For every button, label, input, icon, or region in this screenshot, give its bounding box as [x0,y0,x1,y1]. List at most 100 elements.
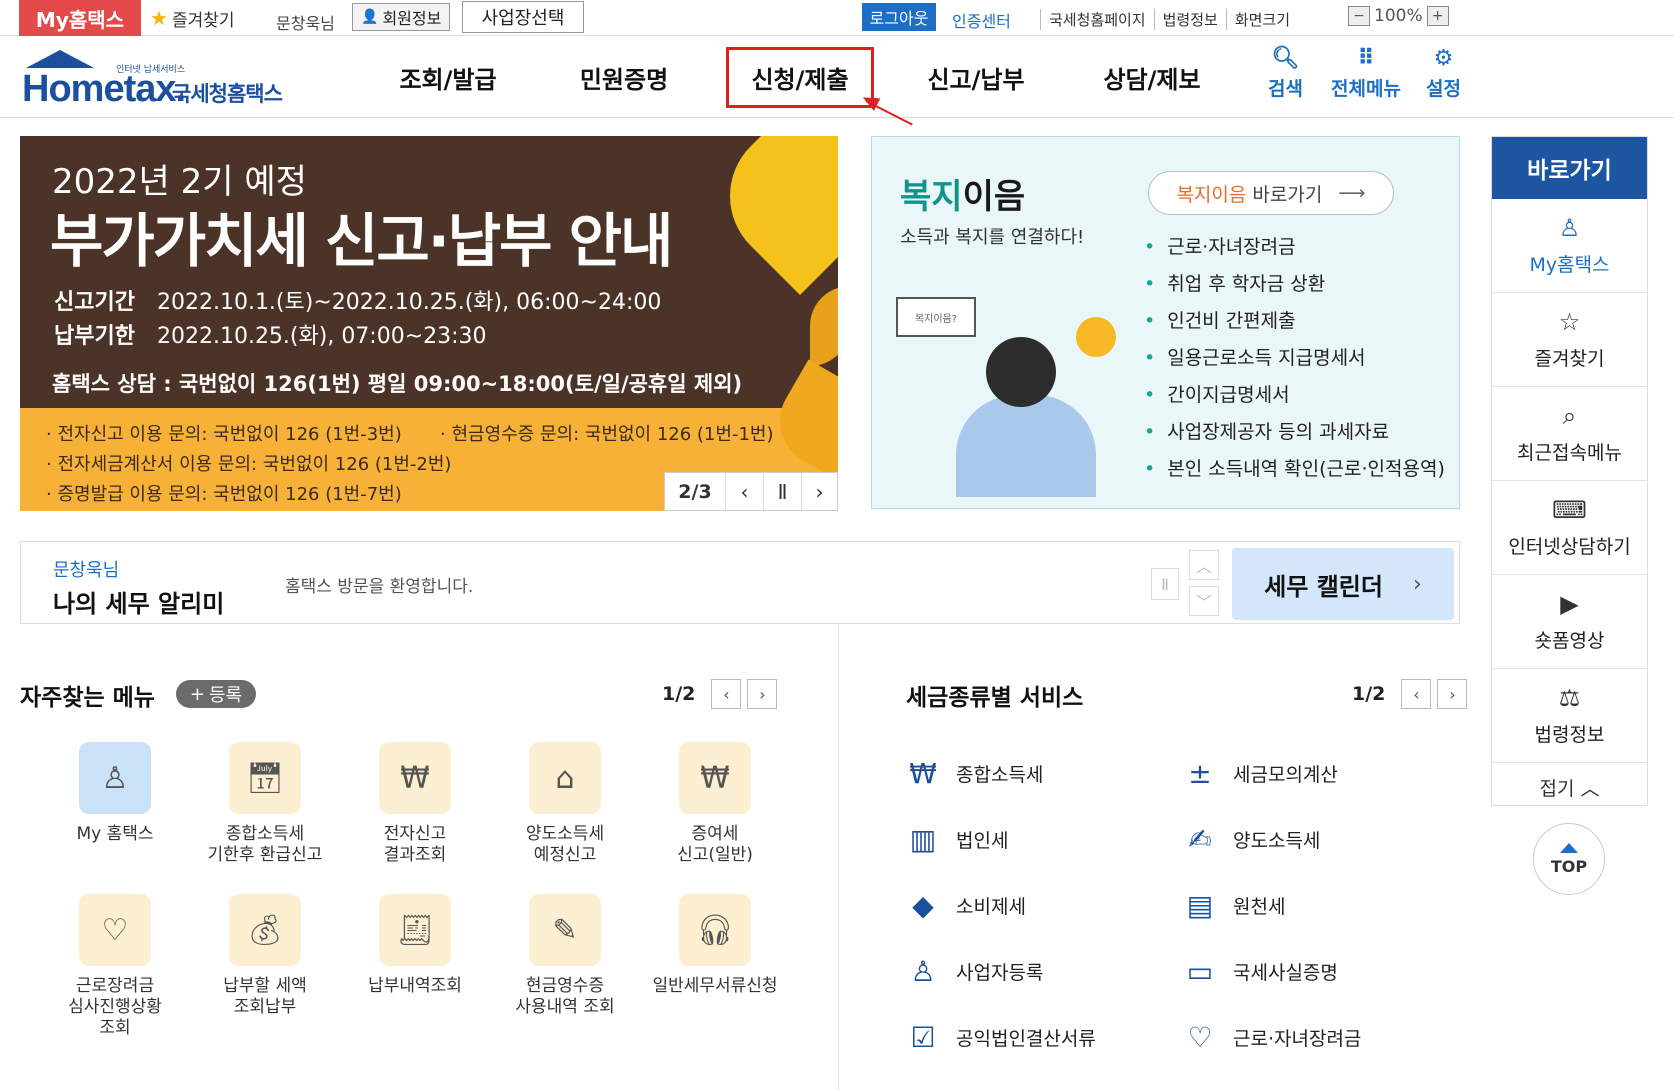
freq-item-transfer-tax[interactable]: ⌂ 양도소득세 예정신고 [490,742,640,866]
tax-page-indicator: 1/2 [1352,683,1386,705]
welfare-item: 사업장제공자 등의 과세자료 [1144,414,1445,451]
tax-item-fact-certificate[interactable]: ▭ 국세사실증명 [1181,938,1444,1004]
my-hometax-button[interactable]: My홈택스 [19,0,141,36]
notifier-up-button[interactable]: ︿ [1189,550,1219,580]
person-icon: ♙ [1558,214,1581,242]
banner-next-button[interactable]: › [801,473,837,510]
tax-item-simulation[interactable]: ± 세금모의계산 [1181,740,1444,806]
search-tool[interactable]: 🔍︎ 검색 [1268,46,1303,101]
freq-item-payment-history[interactable]: 🧾︎ 납부내역조회 [340,894,490,1039]
tax-calendar-button[interactable]: 세무 캘린더 › [1232,548,1454,620]
quick-item-label: 법령정보 [1534,724,1605,746]
frequent-next-button[interactable]: › [747,679,778,709]
freq-item-label: 종합소득세 기한후 환급신고 [207,824,323,865]
nts-homepage-link[interactable]: 국세청홈페이지 [1040,9,1154,30]
notifier-pause-button[interactable]: Ⅱ [1151,568,1179,600]
heart-search-icon: ♡ [79,894,151,966]
tax-item-public-interest[interactable]: ☑ 공익법인결산서류 [904,1004,1181,1070]
nav-consult-report[interactable]: 상담/제보 [1064,36,1240,118]
welfare-panel: 복지이음 소득과 복지를 연결하다! 복지이음 바로가기 ⟶ 복지이음? 근로·… [871,136,1460,509]
freq-item-my-hometax[interactable]: ♙ My 홈택스 [40,742,190,866]
banner-prev-button[interactable]: ‹ [725,473,763,510]
logout-button[interactable]: 로그아웃 [862,3,936,31]
nav-civil-certificate[interactable]: 민원증명 [536,36,712,118]
scroll-top-button[interactable]: TOP [1533,823,1605,895]
quick-item-recent-menu[interactable]: ⌕ 최근접속메뉴 [1492,387,1647,481]
member-info-label: 회원정보 [382,9,442,28]
all-menu-tool[interactable]: ⠿ 전체메뉴 [1331,46,1401,101]
law-info-link[interactable]: 법령정보 [1153,9,1226,30]
tax-service-pager: 1/2 ‹ › [1352,679,1468,709]
quick-item-favorites[interactable]: ☆ 즐겨찾기 [1492,293,1647,387]
tax-item-label: 세금모의계산 [1233,763,1338,786]
welfare-item: 근로·자녀장려금 [1144,229,1445,266]
settings-tool[interactable]: ⚙ 설정 [1426,46,1461,101]
quick-item-online-consult[interactable]: ⌨ 인터넷상담하기 [1492,481,1647,575]
play-icon: ▶ [1560,590,1579,618]
username-label: 문창욱님 [276,14,335,33]
welfare-item: 인건비 간편제출 [1144,303,1445,340]
screen-size-link[interactable]: 화면크기 [1225,9,1298,30]
tax-calendar-label: 세무 캘린더 [1264,572,1383,601]
banner-pause-button[interactable]: Ⅱ [763,473,801,510]
person-icon: ♙ [910,954,936,988]
freq-item-income-tax-refund[interactable]: 📅︎ 종합소득세 기한후 환급신고 [190,742,340,866]
freq-item-earned-income-credit[interactable]: ♡ 근로장려금 심사진행상황 조회 [40,894,190,1039]
hometax-logo[interactable]: 인터넷 납세서비스 Hometax. 국세청홈택스 [20,44,290,110]
recent-search-icon: ⌕ [1562,402,1577,430]
tax-item-consumption[interactable]: ◆ 소비제세 [904,872,1181,938]
quick-item-law-info[interactable]: ⚖ 법령정보 [1492,669,1647,763]
freq-item-cash-receipt[interactable]: ✎ 현금영수증 사용내역 조회 [490,894,640,1039]
tax-next-button[interactable]: › [1437,679,1468,709]
banner-title: 부가가치세 신고·납부 안내 [50,207,673,275]
business-select-button[interactable]: 사업장선택 [462,1,584,33]
quick-fold-button[interactable]: 접기 ︿ [1492,763,1647,811]
pay-value: 2022.10.25.(화), 07:00~23:30 [156,324,487,349]
quick-item-my-hometax[interactable]: ♙ My홈택스 [1492,199,1647,293]
welfare-item: 본인 소득내역 확인(근로·인적용역) [1144,451,1445,488]
notifier-username: 문창욱님 [53,560,120,581]
nav-report-pay[interactable]: 신고/납부 [888,36,1064,118]
favorites-label: 즐겨찾기 [171,10,235,31]
tax-notifier-bar: 문창욱님 나의 세무 알리미 홈택스 방문을 환영합니다. Ⅱ ︿ ﹀ 세무 캘… [20,541,1460,624]
freq-item-e-filing-result[interactable]: ₩ 전자신고 결과조회 [340,742,490,866]
zoom-in-button[interactable]: + [1426,6,1449,26]
cert-center-link[interactable]: 인증센터 [952,8,1011,32]
tax-item-transfer-income[interactable]: ✍ 양도소득세 [1181,806,1444,872]
freq-item-label: 전자신고 결과조회 [383,824,447,865]
register-menu-button[interactable]: + 등록 [176,680,256,708]
arrow-right-icon: ⟶ [1338,182,1366,204]
frequent-prev-button[interactable]: ‹ [711,679,742,709]
tax-prev-button[interactable]: ‹ [1401,679,1432,709]
tax-item-corporate[interactable]: ▥ 법인세 [904,806,1181,872]
section-divider [838,624,839,1090]
nav-inquiry-issue[interactable]: 조회/발급 [360,36,536,118]
tax-item-withholding[interactable]: ▤ 원천세 [1181,872,1444,938]
notifier-down-button[interactable]: ﹀ [1189,586,1219,616]
zoom-out-button[interactable]: − [1348,6,1370,26]
welfare-title: 복지이음 [900,169,1025,218]
freq-item-tax-document-request[interactable]: 🎧︎ 일반세무서류신청 [640,894,790,1039]
nav-apply-submit[interactable]: 신청/제출 [712,36,888,118]
vat-banner[interactable]: 2022년 2기 예정 부가가치세 신고·납부 안내 신고기간 2022.10.… [20,136,838,511]
welfare-link-button[interactable]: 복지이음 바로가기 ⟶ [1148,171,1394,215]
document-icon: ▭ [1186,954,1214,988]
freq-item-label: 현금영수증 사용내역 조회 [515,976,615,1017]
star-icon: ★ [150,6,168,30]
tax-item-earned-child-credit[interactable]: ♡ 근로·자녀장려금 [1181,1004,1444,1070]
logo-wordmark: Hometax. [22,68,186,110]
tax-item-comprehensive-income[interactable]: ₩ 종합소득세 [904,740,1181,806]
banner-info-line: · 전자신고 이용 문의: 국번없이 126 (1번-3번) [46,424,402,445]
calendar-edit-icon: 📅︎ [229,742,301,814]
nav-label: 상담/제보 [1103,65,1201,94]
notifier-title: 나의 세무 알리미 [53,590,225,618]
search-icon: 🔍︎ [1271,46,1300,71]
freq-item-gift-tax[interactable]: ₩ 증여세 신고(일반) [640,742,790,866]
member-info-button[interactable]: 👤 회원정보 [352,3,451,31]
welfare-item: 일용근로소득 지급명세서 [1144,340,1445,377]
freq-item-tax-payment[interactable]: 💰︎ 납부할 세액 조회납부 [190,894,340,1039]
favorites-button[interactable]: ★ 즐겨찾기 [150,4,235,32]
quick-item-short-video[interactable]: ▶ 숏폼영상 [1492,575,1647,669]
freq-item-label: 근로장려금 심사진행상황 조회 [68,976,162,1038]
tax-item-business-registration[interactable]: ♙ 사업자등록 [904,938,1181,1004]
